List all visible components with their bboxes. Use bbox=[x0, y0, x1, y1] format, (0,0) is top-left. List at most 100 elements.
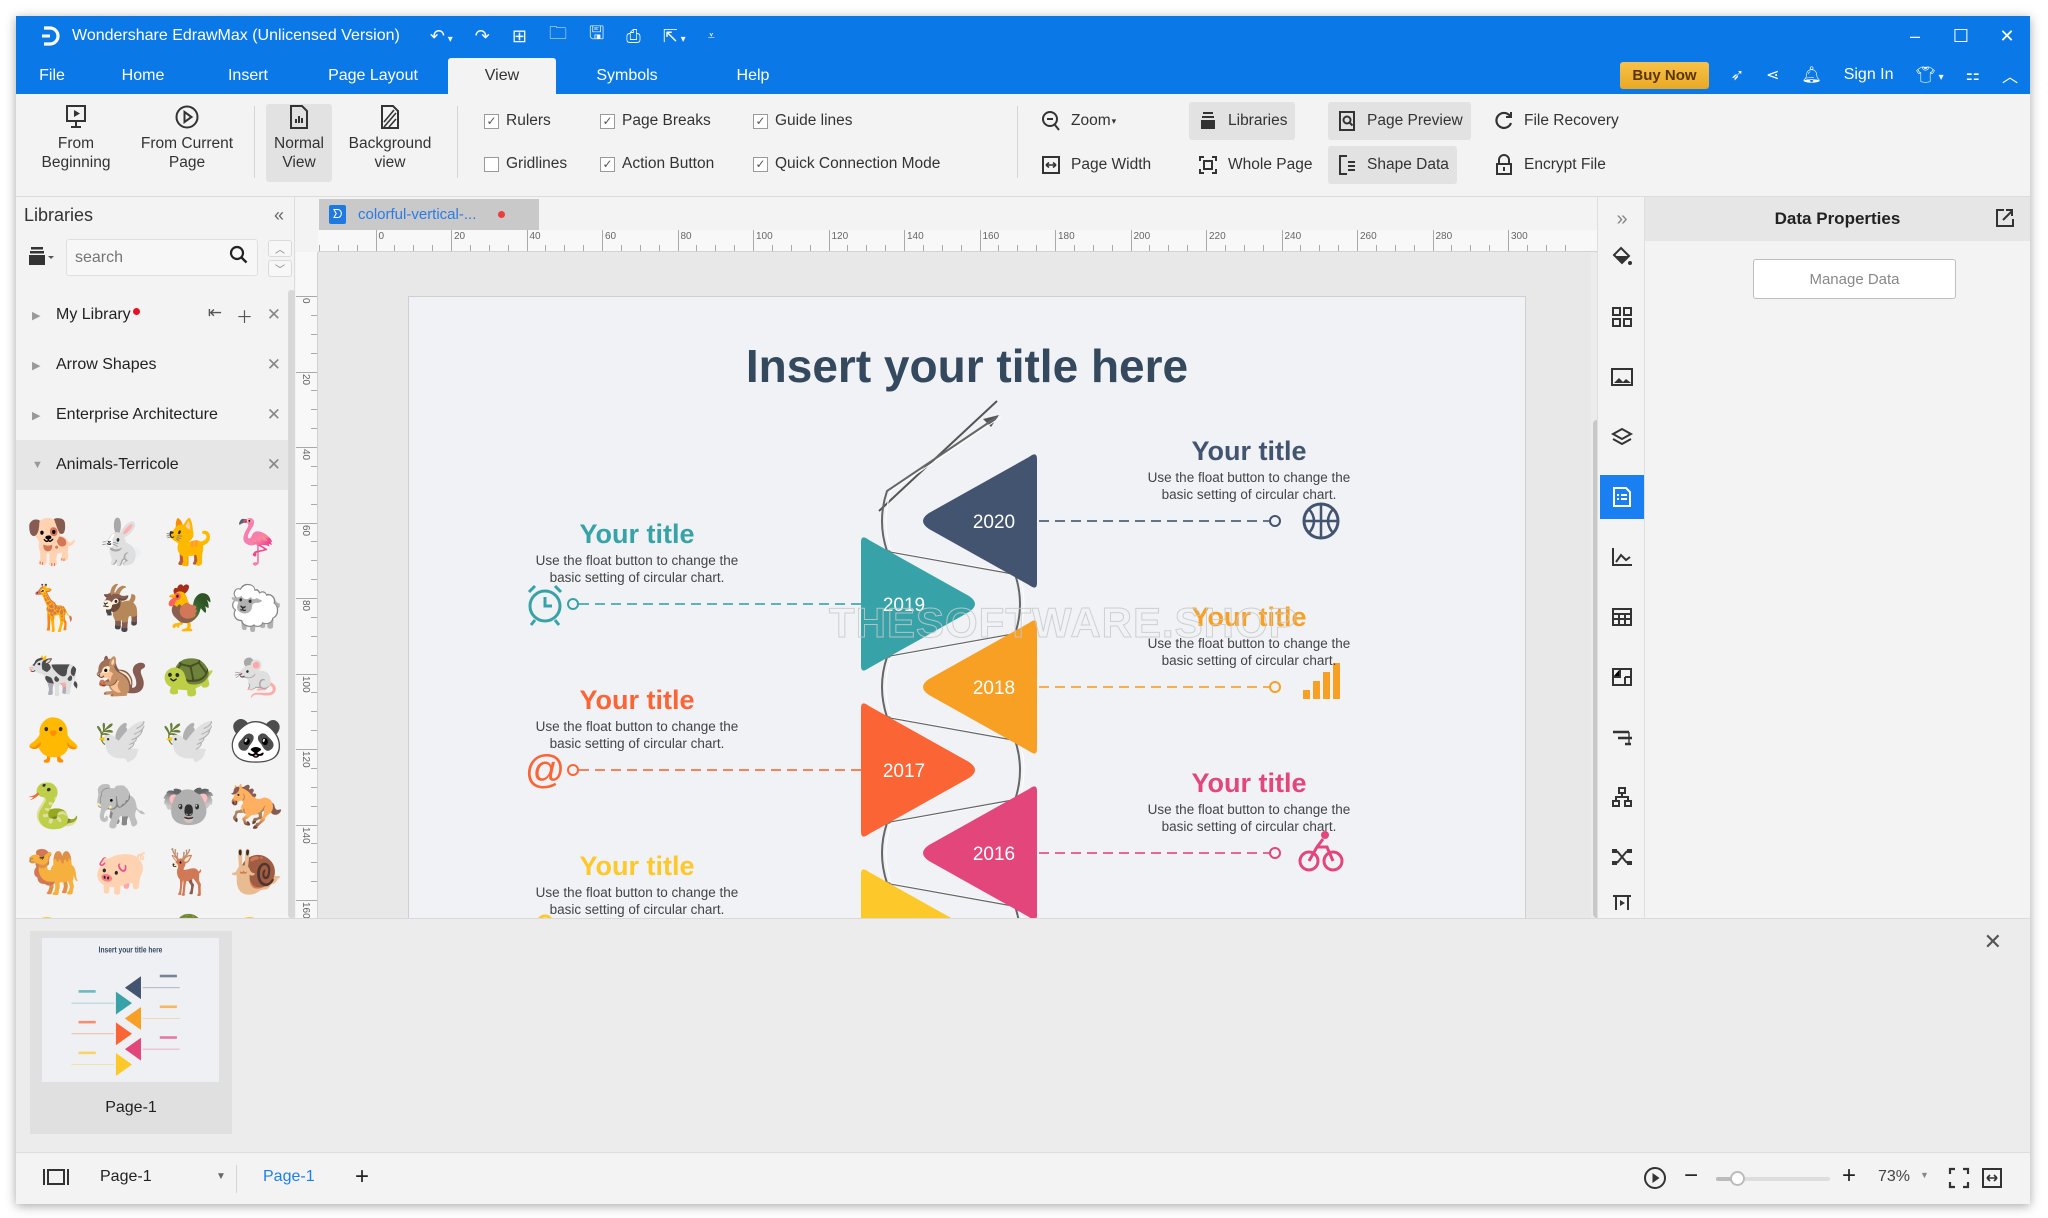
scroll-down-icon[interactable]: ﹀ bbox=[268, 260, 292, 277]
file-recovery-button[interactable]: File Recovery bbox=[1485, 102, 1627, 140]
gantt-icon[interactable] bbox=[1600, 715, 1644, 759]
checkbox-box[interactable]: ✓ bbox=[484, 113, 499, 129]
library-search-input[interactable] bbox=[75, 248, 215, 267]
step-description[interactable]: Use the float button to change the basic… bbox=[1139, 801, 1359, 835]
sign-in-link[interactable]: Sign In bbox=[1844, 66, 1894, 84]
library-scrollbar[interactable] bbox=[288, 290, 295, 918]
libraries-button[interactable]: Libraries bbox=[1189, 102, 1296, 140]
checkbox-box[interactable]: ✓ bbox=[753, 156, 768, 172]
page-select[interactable]: Page-1 ▼ bbox=[100, 1168, 226, 1186]
animal-shape[interactable]: 🐕 bbox=[26, 516, 81, 568]
zoom-dropdown[interactable]: Zoom ▾ bbox=[1032, 102, 1124, 140]
theme-shirt-icon[interactable]: 👕︎ ▾ bbox=[1916, 65, 1944, 85]
step-title[interactable]: Your title bbox=[1139, 436, 1359, 467]
animal-shape[interactable]: 🐄 bbox=[26, 648, 81, 700]
floor-plan-icon[interactable] bbox=[1600, 655, 1644, 699]
step-description[interactable]: Use the float button to change the basic… bbox=[527, 884, 747, 918]
page-preview-button[interactable]: Page Preview bbox=[1328, 102, 1471, 140]
tab-symbols[interactable]: Symbols bbox=[556, 58, 698, 94]
step-description[interactable]: Use the float button to change the basic… bbox=[527, 718, 747, 752]
close-library-icon[interactable]: ✕ bbox=[267, 305, 281, 325]
page-layout-toggle-icon[interactable] bbox=[42, 1167, 70, 1192]
animal-shape[interactable]: 🐇 bbox=[94, 516, 149, 568]
animal-shape[interactable]: 🐍 bbox=[26, 780, 81, 832]
whole-page-button[interactable]: Whole Page bbox=[1189, 146, 1320, 184]
document-tab[interactable]: ᗤ colorful-vertical-... bbox=[319, 199, 539, 230]
close-library-icon[interactable]: ✕ bbox=[267, 455, 281, 475]
bell-icon[interactable]: 🔔︎ bbox=[1801, 65, 1821, 85]
rulers-checkbox[interactable]: ✓ Rulers bbox=[484, 112, 551, 130]
action-button-checkbox[interactable]: ✓ Action Button bbox=[600, 155, 714, 173]
zoom-chevron-icon[interactable]: ▼ bbox=[1920, 1170, 1929, 1180]
close-library-icon[interactable]: ✕ bbox=[267, 355, 281, 375]
animal-shape[interactable]: 🐎 bbox=[229, 780, 284, 832]
zoom-out-button[interactable]: − bbox=[1684, 1162, 1698, 1190]
tab-help[interactable]: Help bbox=[698, 58, 808, 94]
background-view-button[interactable]: Background view bbox=[342, 104, 438, 182]
library-manager-icon[interactable] bbox=[28, 247, 56, 272]
table-icon[interactable] bbox=[1600, 595, 1644, 639]
animal-shape[interactable]: 🐢 bbox=[161, 648, 216, 700]
encrypt-file-button[interactable]: Encrypt File bbox=[1485, 146, 1614, 184]
apps-grid-icon[interactable]: ⚏ bbox=[1966, 65, 1980, 85]
maximize-icon[interactable]: ☐ bbox=[1938, 16, 1984, 56]
gridlines-checkbox[interactable]: Gridlines bbox=[484, 155, 567, 173]
page-breaks-checkbox[interactable]: ✓ Page Breaks bbox=[600, 112, 711, 130]
library-item-my-library[interactable]: ▶ My Library ⇤ ＋ ✕ bbox=[16, 290, 295, 340]
mind-map-icon[interactable] bbox=[1600, 835, 1644, 879]
normal-view-button[interactable]: Normal View bbox=[266, 104, 332, 182]
tab-insert[interactable]: Insert bbox=[198, 58, 298, 94]
zoom-slider-knob[interactable] bbox=[1729, 1171, 1745, 1186]
tab-view[interactable]: View bbox=[448, 58, 556, 94]
org-chart-icon[interactable] bbox=[1600, 775, 1644, 819]
fit-width-icon[interactable] bbox=[1981, 1167, 2003, 1194]
step-title[interactable]: Your title bbox=[1139, 768, 1359, 799]
quick-connection-mode-checkbox[interactable]: ✓ Quick Connection Mode bbox=[753, 155, 940, 173]
from-current-page-button[interactable]: From Current Page bbox=[134, 104, 240, 182]
library-item-enterprise-architecture[interactable]: ▶ Enterprise Architecture ✕ bbox=[16, 390, 295, 440]
manage-data-button[interactable]: Manage Data bbox=[1753, 259, 1956, 299]
tab-file[interactable]: File bbox=[16, 58, 88, 94]
checkbox-box[interactable]: ✓ bbox=[600, 113, 615, 129]
animal-shape[interactable]: 🐨 bbox=[161, 780, 216, 832]
undo-icon[interactable]: ↶ ▾ bbox=[430, 26, 453, 47]
send-icon[interactable]: ➶ bbox=[1731, 65, 1744, 85]
from-beginning-button[interactable]: From Beginning bbox=[34, 104, 118, 182]
checkbox-box[interactable] bbox=[484, 156, 499, 172]
export-panel-icon[interactable] bbox=[1994, 207, 2016, 234]
tab-page-layout[interactable]: Page Layout bbox=[298, 58, 448, 94]
animal-shape[interactable]: 🐘 bbox=[94, 780, 149, 832]
animal-shape[interactable]: 🐼 bbox=[229, 714, 284, 766]
import-library-icon[interactable]: ⇤ bbox=[208, 303, 222, 328]
print-icon[interactable]: ⎙ bbox=[626, 26, 640, 47]
canvas[interactable]: Insert your title here 2020 2019 2018 2017 @… bbox=[318, 252, 1603, 918]
animal-shape[interactable]: 🦒 bbox=[26, 582, 81, 634]
animal-shape[interactable]: 🐥 bbox=[26, 714, 81, 766]
scroll-up-icon[interactable]: ︿ bbox=[268, 240, 292, 257]
save-icon[interactable]: 🖫 bbox=[589, 21, 604, 51]
guide-lines-checkbox[interactable]: ✓ Guide lines bbox=[753, 112, 853, 130]
tab-home[interactable]: Home bbox=[88, 58, 198, 94]
fit-page-icon[interactable] bbox=[1948, 1167, 1970, 1194]
data-properties-icon[interactable] bbox=[1600, 475, 1644, 519]
page-tab-active[interactable]: Page-1 bbox=[263, 1168, 315, 1186]
step-description[interactable]: Use the float button to change the basic… bbox=[527, 552, 747, 586]
animal-shape[interactable]: 🦌 bbox=[161, 846, 216, 898]
chart-icon[interactable] bbox=[1600, 535, 1644, 579]
library-item-arrow-shapes[interactable]: ▶ Arrow Shapes ✕ bbox=[16, 340, 295, 390]
animal-shape[interactable]: 🕊️ bbox=[161, 714, 216, 766]
step-description[interactable]: Use the float button to change the basic… bbox=[1139, 469, 1359, 503]
add-library-icon[interactable]: ＋ bbox=[236, 303, 253, 328]
new-file-icon[interactable]: ⊞ bbox=[512, 26, 527, 47]
buy-now-button[interactable]: Buy Now bbox=[1620, 61, 1709, 89]
diagram-page[interactable]: Insert your title here 2020 2019 2018 2017 @… bbox=[408, 296, 1526, 918]
animal-shape[interactable]: 🦩 bbox=[229, 516, 284, 568]
animal-shape[interactable]: 🐐 bbox=[94, 582, 149, 634]
play-presentation-icon[interactable] bbox=[1643, 1166, 1667, 1195]
checkbox-box[interactable]: ✓ bbox=[753, 113, 768, 129]
export-icon[interactable]: ⇱ ▾ bbox=[663, 26, 686, 47]
search-icon[interactable] bbox=[229, 245, 249, 270]
layers-icon[interactable] bbox=[1600, 415, 1644, 459]
animal-shape[interactable]: 🐌 bbox=[229, 846, 284, 898]
zoom-slider[interactable] bbox=[1716, 1171, 1830, 1186]
